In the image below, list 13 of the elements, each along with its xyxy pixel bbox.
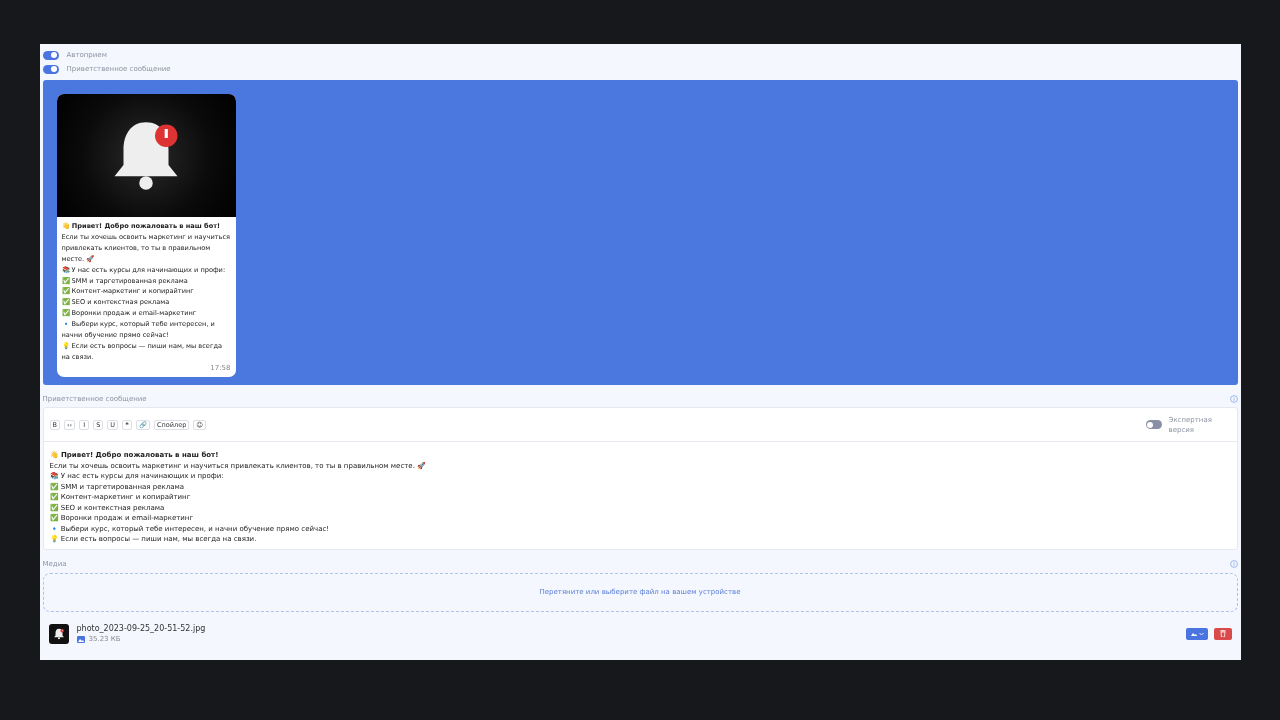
- toggle-switch[interactable]: [42, 64, 59, 74]
- delete-button[interactable]: [1213, 627, 1232, 640]
- info-icon: [1229, 559, 1238, 568]
- info-icon: [1229, 395, 1238, 403]
- image-dropdown-button[interactable]: [1185, 627, 1208, 640]
- chevron-down-icon: [1198, 631, 1204, 636]
- trash-icon: [1219, 630, 1226, 637]
- image-icon: [76, 635, 85, 643]
- text-editor[interactable]: [42, 407, 1238, 550]
- image-icon: [1189, 630, 1198, 637]
- toggle-switch[interactable]: [1145, 420, 1162, 429]
- file-name: photo_2023-09-25_20-51-52.jpg: [76, 624, 206, 633]
- toggle-switch[interactable]: [42, 50, 59, 60]
